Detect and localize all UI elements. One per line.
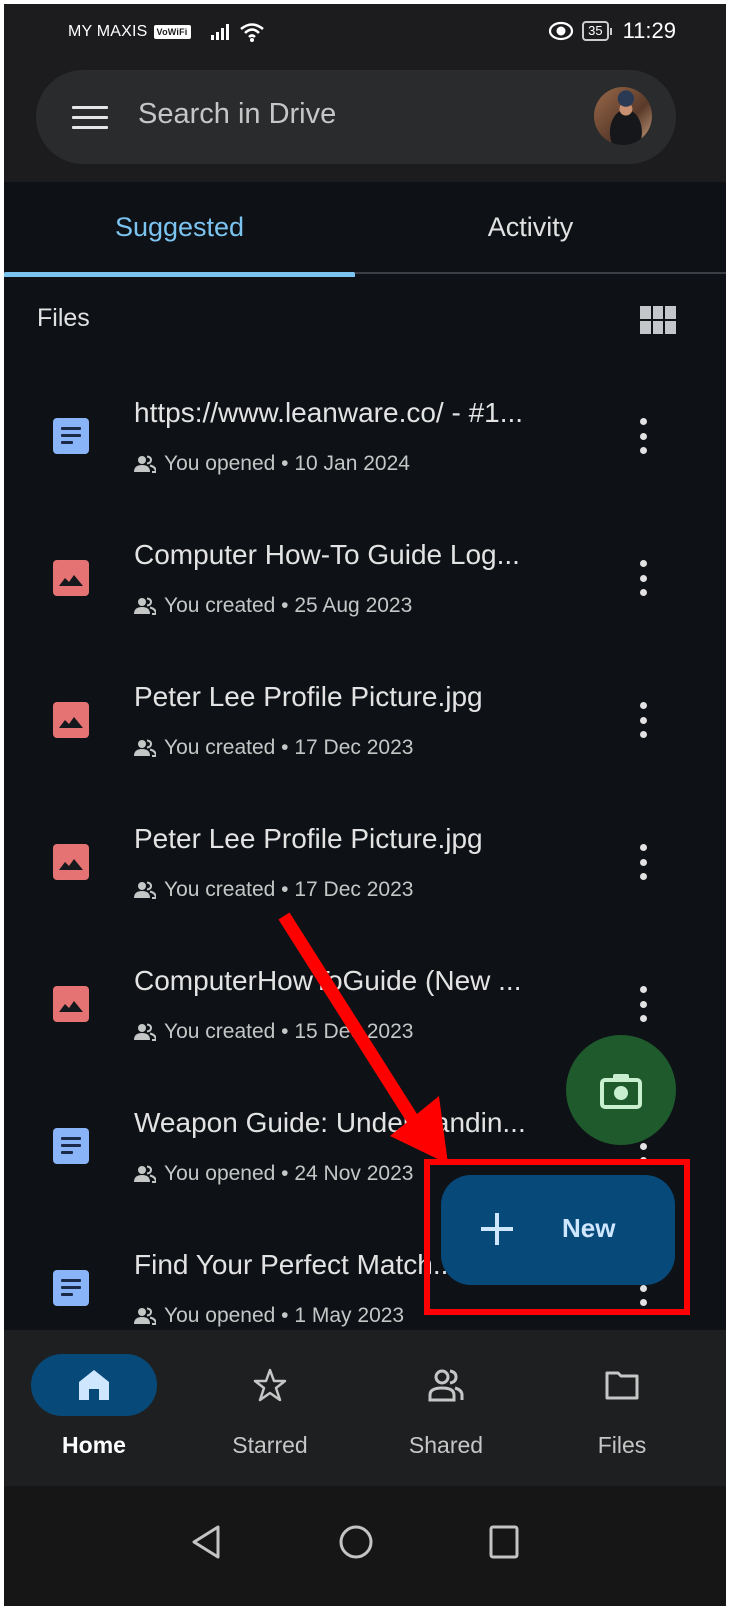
file-meta: You opened • 10 Jan 2024 bbox=[134, 452, 410, 476]
file-meta-text: You created • 25 Aug 2023 bbox=[164, 594, 413, 617]
home-icon bbox=[79, 1370, 109, 1400]
file-meta-text: You created • 15 Dec 2023 bbox=[164, 1020, 414, 1043]
people-icon bbox=[134, 1165, 156, 1183]
file-meta-text: You opened • 1 May 2023 bbox=[164, 1304, 405, 1327]
signal-icon bbox=[210, 24, 229, 40]
file-row[interactable]: Peter Lee Profile Picture.jpg You created… bbox=[4, 646, 726, 788]
app-frame: MY MAXIS VoWiFi 35 11:29 Search in Drive… bbox=[4, 4, 726, 1606]
vowifi-badge: VoWiFi bbox=[153, 25, 191, 39]
file-meta: You created • 17 Dec 2023 bbox=[134, 878, 413, 902]
image-icon bbox=[53, 702, 89, 738]
annotation-highlight-box bbox=[424, 1159, 690, 1315]
file-meta: You opened • 24 Nov 2023 bbox=[134, 1162, 413, 1186]
file-title: ComputerHowToGuide (New ... bbox=[134, 965, 522, 996]
recents-icon[interactable] bbox=[488, 1524, 520, 1560]
file-title: https://www.leanware.co/ - #1... bbox=[134, 397, 524, 428]
more-options-icon[interactable] bbox=[634, 560, 652, 596]
people-icon bbox=[134, 881, 156, 899]
nav-files[interactable]: Files bbox=[532, 1330, 712, 1486]
file-title: Peter Lee Profile Picture.jpg bbox=[134, 823, 483, 854]
nav-starred[interactable]: Starred bbox=[180, 1330, 360, 1486]
file-meta-text: You opened • 24 Nov 2023 bbox=[164, 1162, 414, 1185]
bottom-navigation: Home Starred Shared Files bbox=[4, 1330, 726, 1486]
image-icon bbox=[53, 560, 89, 596]
image-icon bbox=[53, 986, 89, 1022]
status-bar: MY MAXIS VoWiFi 35 11:29 bbox=[4, 4, 726, 62]
people-icon bbox=[134, 597, 156, 615]
active-tab-indicator bbox=[4, 272, 355, 277]
tab-bar: Suggested Activity bbox=[4, 182, 726, 277]
more-options-icon[interactable] bbox=[634, 986, 652, 1022]
docs-icon bbox=[53, 1270, 89, 1306]
file-meta-text: You created • 17 Dec 2023 bbox=[164, 736, 414, 759]
nav-label: Shared bbox=[408, 1432, 484, 1458]
home-circle-icon[interactable] bbox=[338, 1524, 374, 1560]
clock: 11:29 bbox=[622, 18, 676, 43]
people-icon bbox=[134, 739, 156, 757]
star-icon bbox=[253, 1368, 287, 1402]
file-row[interactable]: Computer How-To Guide Log... You created … bbox=[4, 504, 726, 646]
file-title: Computer How-To Guide Log... bbox=[134, 539, 520, 570]
shared-icon bbox=[428, 1369, 464, 1402]
battery-indicator: 35 bbox=[582, 21, 613, 41]
app-header: Search in Drive bbox=[4, 62, 726, 182]
docs-icon bbox=[53, 1128, 89, 1164]
grid-view-icon[interactable] bbox=[640, 306, 676, 334]
image-icon bbox=[53, 844, 89, 880]
nav-home[interactable]: Home bbox=[4, 1330, 184, 1486]
file-meta-text: You opened • 10 Jan 2024 bbox=[164, 452, 410, 475]
account-avatar[interactable] bbox=[594, 87, 652, 145]
people-icon bbox=[134, 455, 156, 473]
more-options-icon[interactable] bbox=[634, 702, 652, 738]
people-icon bbox=[134, 1023, 156, 1041]
tab-label: Suggested bbox=[114, 212, 245, 242]
scan-camera-button[interactable] bbox=[566, 1035, 676, 1145]
file-meta: You created • 17 Dec 2023 bbox=[134, 736, 413, 760]
carrier-name: MY MAXIS bbox=[68, 23, 148, 40]
file-meta: You opened • 1 May 2023 bbox=[134, 1304, 404, 1328]
file-row[interactable]: https://www.leanware.co/ - #1... You open… bbox=[4, 362, 726, 504]
docs-icon bbox=[53, 418, 89, 454]
file-meta: You created • 25 Aug 2023 bbox=[134, 594, 412, 618]
section-title: Files bbox=[37, 304, 90, 332]
camera-icon bbox=[600, 1074, 642, 1109]
file-row[interactable]: Peter Lee Profile Picture.jpg You created… bbox=[4, 788, 726, 930]
tab-suggested[interactable]: Suggested bbox=[4, 182, 355, 277]
file-meta-text: You created • 17 Dec 2023 bbox=[164, 878, 414, 901]
nav-label: Files bbox=[597, 1432, 647, 1458]
tab-activity[interactable]: Activity bbox=[355, 182, 706, 274]
file-title: Peter Lee Profile Picture.jpg bbox=[134, 681, 483, 712]
more-options-icon[interactable] bbox=[634, 844, 652, 880]
file-meta: You created • 15 Dec 2023 bbox=[134, 1020, 413, 1044]
back-icon[interactable] bbox=[190, 1524, 222, 1560]
hamburger-menu-icon[interactable] bbox=[72, 106, 108, 130]
people-icon bbox=[134, 1307, 156, 1325]
folder-icon bbox=[605, 1371, 639, 1400]
file-title: Find Your Perfect Match... bbox=[134, 1249, 457, 1280]
eye-comfort-icon bbox=[549, 21, 574, 41]
nav-shared[interactable]: Shared bbox=[356, 1330, 536, 1486]
nav-label: Home bbox=[62, 1432, 126, 1458]
more-options-icon[interactable] bbox=[634, 418, 652, 454]
tab-label: Activity bbox=[487, 212, 574, 242]
wifi-icon bbox=[239, 23, 264, 42]
file-title: Weapon Guide: Understandin... bbox=[134, 1107, 526, 1138]
search-bar[interactable]: Search in Drive bbox=[36, 70, 676, 164]
system-navigation-bar bbox=[4, 1486, 726, 1606]
nav-label: Starred bbox=[232, 1432, 308, 1458]
search-input[interactable]: Search in Drive bbox=[138, 98, 336, 131]
